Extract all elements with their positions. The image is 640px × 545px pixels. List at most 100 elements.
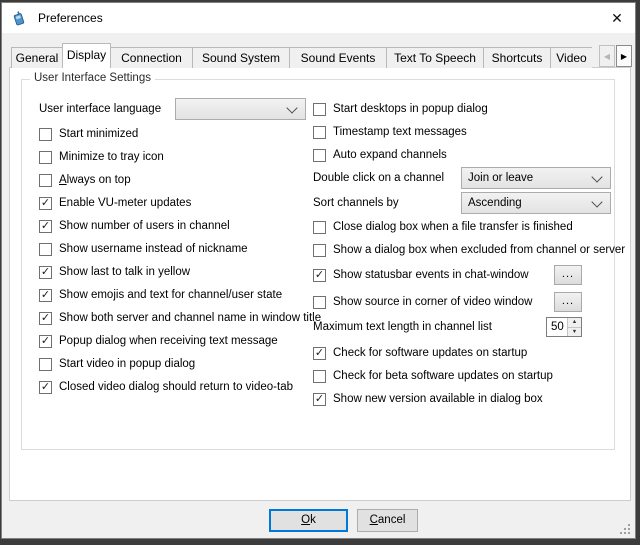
checkbox-row: ✓ Enable VU-meter updates	[39, 195, 191, 211]
checkbox[interactable]	[39, 151, 52, 164]
checkbox[interactable]	[313, 103, 326, 116]
checkbox-label: Closed video dialog should return to vid…	[59, 381, 293, 393]
checkbox-label: Timestamp text messages	[333, 126, 467, 138]
checkbox-row: ✓ Popup dialog when receiving text messa…	[39, 333, 278, 349]
checkbox-label: Show statusbar events in chat-window	[333, 269, 529, 281]
ok-button[interactable]: Ok	[269, 509, 348, 532]
window-title: Preferences	[38, 3, 103, 33]
statusbar-events-options-button[interactable]: ...	[554, 265, 582, 285]
tab-connection[interactable]: Connection	[110, 47, 193, 68]
preferences-dialog: Preferences ✕ General Display Connection…	[1, 2, 636, 539]
checkbox-row: Always on top	[39, 172, 131, 188]
checkbox-label: Show both server and channel name in win…	[59, 312, 321, 324]
checkbox[interactable]	[313, 221, 326, 234]
checkbox-label: Show new version available in dialog box	[333, 393, 543, 405]
chevron-down-icon	[286, 102, 297, 113]
spin-down-icon[interactable]: ▼	[568, 328, 581, 337]
checkbox-row: Check for beta software updates on start…	[313, 368, 553, 384]
teamtalk-app-icon	[11, 10, 27, 26]
tab-sound-system[interactable]: Sound System	[192, 47, 290, 68]
checkbox-row: Timestamp text messages	[313, 124, 467, 140]
language-row: User interface language	[39, 101, 161, 117]
checkbox-label: Show a dialog box when excluded from cha…	[333, 244, 625, 256]
sort-channels-value: Ascending	[468, 193, 522, 213]
checkbox[interactable]: ✓	[39, 289, 52, 302]
checkbox[interactable]: ✓	[313, 269, 326, 282]
checkbox[interactable]: ✓	[39, 266, 52, 279]
checkbox-label: Popup dialog when receiving text message	[59, 335, 278, 347]
spin-up-icon[interactable]: ▲	[568, 318, 581, 328]
checkbox-row: ✓ Show new version available in dialog b…	[313, 391, 543, 407]
checkbox[interactable]	[313, 149, 326, 162]
checkbox-row: ✓ Show emojis and text for channel/user …	[39, 287, 282, 303]
checkbox-row: Start video in popup dialog	[39, 356, 195, 372]
checkbox[interactable]: ✓	[39, 312, 52, 325]
checkbox[interactable]: ✓	[39, 197, 52, 210]
sort-channels-row: Sort channels by	[313, 195, 399, 211]
tab-text-to-speech[interactable]: Text To Speech	[386, 47, 484, 68]
chevron-down-icon	[591, 171, 602, 182]
resize-grip-icon[interactable]	[619, 522, 631, 534]
user-interface-settings-group: User Interface Settings User interface l…	[21, 79, 615, 450]
checkbox[interactable]: ✓	[313, 393, 326, 406]
checkbox-row: Auto expand channels	[313, 147, 447, 163]
checkbox-row: ✓ Closed video dialog should return to v…	[39, 379, 293, 395]
checkbox-row: Start minimized	[39, 126, 138, 142]
max-text-length-value: 50	[547, 318, 567, 336]
tab-video[interactable]: Video	[550, 47, 592, 68]
language-label: User interface language	[39, 103, 161, 115]
close-icon[interactable]: ✕	[599, 3, 635, 33]
checkbox-label: Show number of users in channel	[59, 220, 230, 232]
video-source-options-button[interactable]: ...	[554, 292, 582, 312]
checkbox-row: Minimize to tray icon	[39, 149, 164, 165]
language-combobox[interactable]	[175, 98, 306, 120]
double-click-label: Double click on a channel	[313, 172, 444, 184]
checkbox-row: Start desktops in popup dialog	[313, 101, 488, 117]
checkbox-label: Close dialog box when a file transfer is…	[333, 221, 573, 233]
checkbox-row: ✓ Show statusbar events in chat-window	[313, 267, 529, 283]
tab-scroll-right-icon[interactable]: ▶	[616, 45, 632, 67]
checkbox-label: Always on top	[59, 174, 131, 186]
tab-sound-events[interactable]: Sound Events	[289, 47, 387, 68]
double-click-combobox[interactable]: Join or leave	[461, 167, 611, 189]
cancel-button[interactable]: Cancel	[357, 509, 418, 532]
tab-shortcuts[interactable]: Shortcuts	[483, 47, 551, 68]
tab-general[interactable]: General	[11, 47, 63, 68]
checkbox-row: ✓ Show last to talk in yellow	[39, 264, 190, 280]
checkbox[interactable]: ✓	[313, 347, 326, 360]
checkbox[interactable]	[39, 243, 52, 256]
group-title: User Interface Settings	[30, 72, 155, 84]
checkbox[interactable]: ✓	[39, 220, 52, 233]
checkbox[interactable]	[313, 370, 326, 383]
checkbox-label: Auto expand channels	[333, 149, 447, 161]
checkbox-label: Enable VU-meter updates	[59, 197, 191, 209]
checkbox[interactable]	[313, 244, 326, 257]
max-text-length-row: Maximum text length in channel list	[313, 319, 492, 335]
checkbox[interactable]	[39, 358, 52, 371]
tab-scroll-left-icon[interactable]: ◀	[599, 45, 615, 67]
checkbox[interactable]: ✓	[39, 335, 52, 348]
checkbox-label: Start desktops in popup dialog	[333, 103, 488, 115]
checkbox-label: Check for beta software updates on start…	[333, 370, 553, 382]
double-click-row: Double click on a channel	[313, 170, 444, 186]
tab-bar: General Display Connection Sound System …	[11, 43, 592, 68]
checkbox-label: Start video in popup dialog	[59, 358, 195, 370]
checkbox[interactable]: ✓	[39, 381, 52, 394]
checkbox-label: Check for software updates on startup	[333, 347, 527, 359]
display-tab-page: User Interface Settings User interface l…	[9, 67, 631, 501]
checkbox-row: Show username instead of nickname	[39, 241, 248, 257]
titlebar: Preferences ✕	[2, 3, 635, 33]
checkbox[interactable]	[39, 174, 52, 187]
checkbox[interactable]	[39, 128, 52, 141]
max-text-length-spinner[interactable]: 50 ▲ ▼	[546, 317, 582, 337]
checkbox-label: Start minimized	[59, 128, 138, 140]
max-text-length-label: Maximum text length in channel list	[313, 321, 492, 333]
checkbox-row: ✓ Show both server and channel name in w…	[39, 310, 321, 326]
checkbox[interactable]	[313, 296, 326, 309]
sort-channels-combobox[interactable]: Ascending	[461, 192, 611, 214]
tab-display[interactable]: Display	[62, 43, 111, 68]
checkbox-label: Show emojis and text for channel/user st…	[59, 289, 282, 301]
checkbox-label: Show last to talk in yellow	[59, 266, 190, 278]
checkbox-label: Show username instead of nickname	[59, 243, 248, 255]
checkbox[interactable]	[313, 126, 326, 139]
